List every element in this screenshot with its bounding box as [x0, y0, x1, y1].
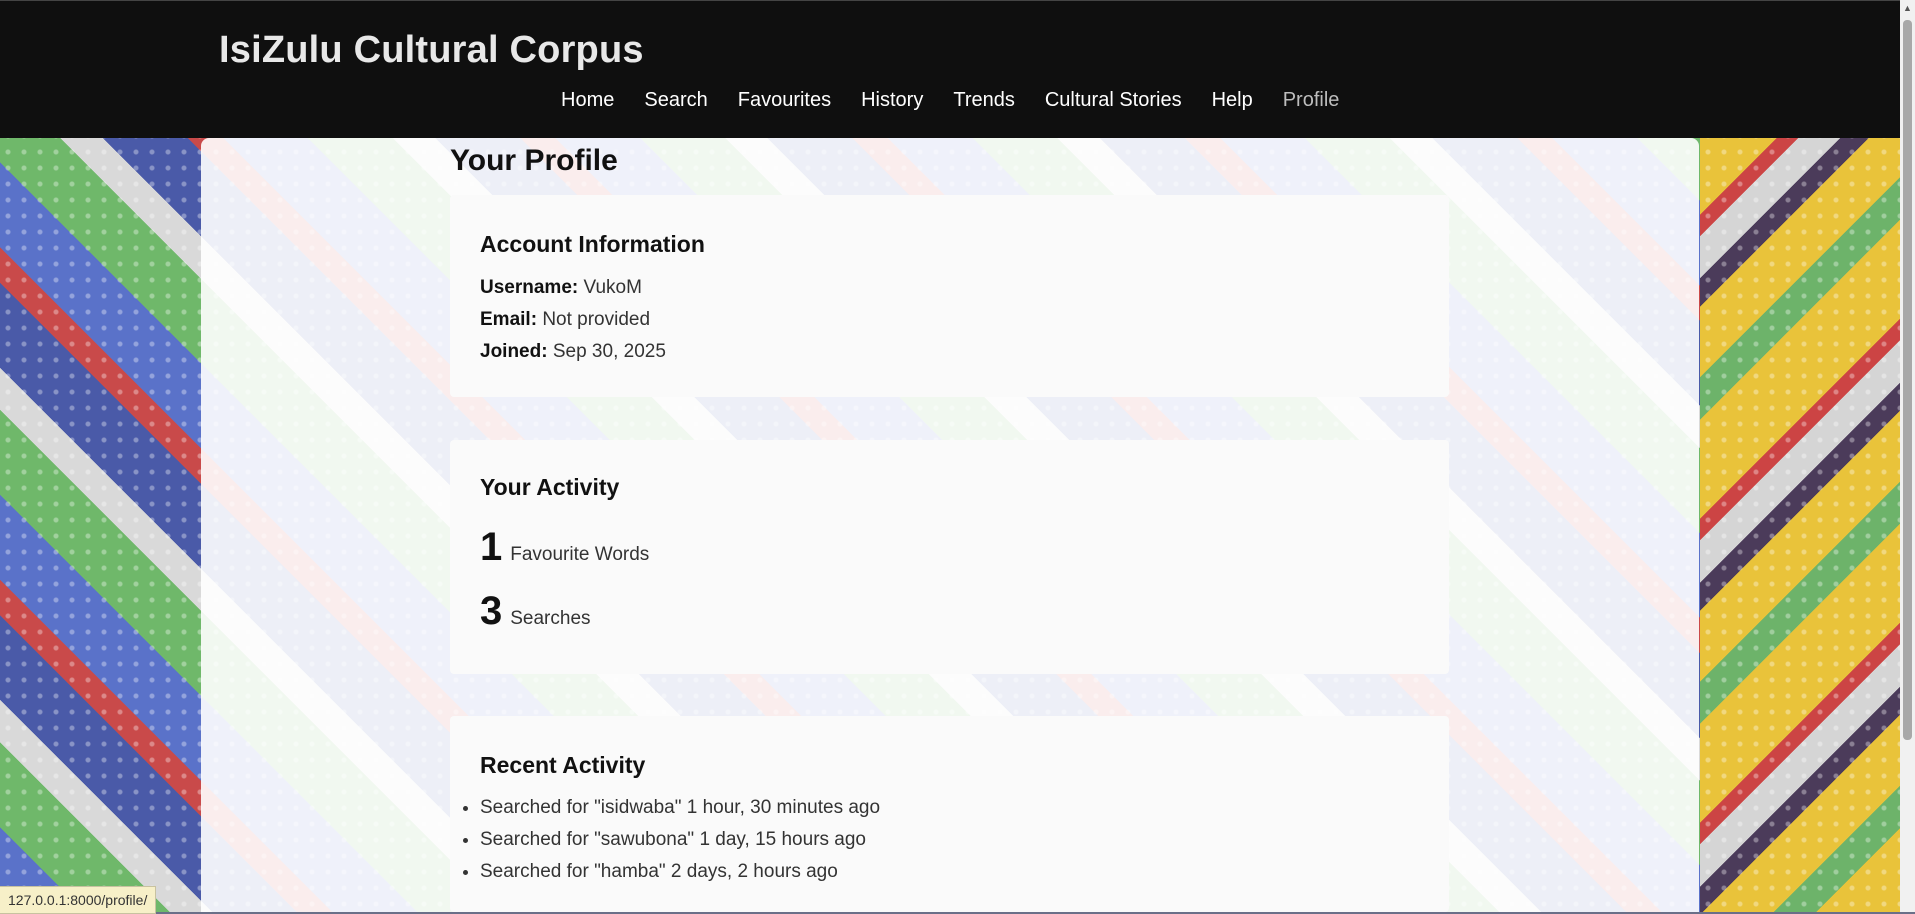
recent-activity-item: Searched for "isidwaba" 1 hour, 30 minut…: [480, 792, 880, 824]
joined-value: Sep 30, 2025: [552, 341, 666, 362]
favourites-label: Favourite Words: [510, 544, 650, 565]
nav-search[interactable]: Search: [644, 89, 707, 112]
page-title: Your Profile: [450, 144, 618, 177]
status-bar-url: 127.0.0.1:8000/profile/: [0, 886, 157, 914]
searches-label: Searches: [510, 608, 591, 629]
nav-history[interactable]: History: [861, 89, 923, 112]
searches-count: 3: [480, 589, 503, 633]
recent-activity-item: Searched for "sawubona" 1 day, 15 hours …: [480, 824, 880, 856]
recent-activity-list: Searched for "isidwaba" 1 hour, 30 minut…: [450, 792, 880, 888]
username-label: Username:: [480, 277, 579, 298]
recent-activity-heading: Recent Activity: [480, 752, 646, 778]
site-header: IsiZulu Cultural Corpus Home Search Favo…: [0, 0, 1915, 138]
recent-activity-item: Searched for "hamba" 2 days, 2 hours ago: [480, 856, 880, 888]
scroll-thumb[interactable]: [1903, 20, 1912, 740]
username-row: Username: VukoM: [480, 277, 642, 299]
email-label: Email:: [480, 309, 538, 330]
recent-activity-card: Recent Activity Searched for "isidwaba" …: [450, 716, 1449, 912]
site-title[interactable]: IsiZulu Cultural Corpus: [219, 29, 644, 72]
your-activity-card: Your Activity 1 Favourite Words 3 Search…: [450, 440, 1449, 674]
email-value: Not provided: [542, 309, 651, 330]
account-information-heading: Account Information: [480, 231, 705, 257]
nav-cultural-stories[interactable]: Cultural Stories: [1045, 89, 1182, 112]
nav-help[interactable]: Help: [1212, 89, 1253, 112]
nav-profile[interactable]: Profile: [1283, 89, 1340, 112]
searches-stat: 3 Searches: [480, 589, 591, 634]
your-activity-heading: Your Activity: [480, 474, 620, 500]
joined-label: Joined:: [480, 341, 548, 362]
nav-favourites[interactable]: Favourites: [738, 89, 831, 112]
email-row: Email: Not provided: [480, 309, 650, 331]
scroll-up-icon[interactable]: ▲: [1903, 3, 1912, 13]
joined-row: Joined: Sep 30, 2025: [480, 341, 666, 363]
favourites-count: 1: [480, 525, 503, 569]
favourites-stat: 1 Favourite Words: [480, 525, 649, 570]
nav-home[interactable]: Home: [561, 89, 614, 112]
page-scrollbar[interactable]: ▲: [1900, 0, 1915, 912]
account-information-card: Account Information Username: VukoM Emai…: [450, 195, 1449, 397]
main-nav: Home Search Favourites History Trends Cu…: [561, 89, 1369, 112]
nav-trends[interactable]: Trends: [953, 89, 1015, 112]
username-value: VukoM: [583, 277, 642, 298]
